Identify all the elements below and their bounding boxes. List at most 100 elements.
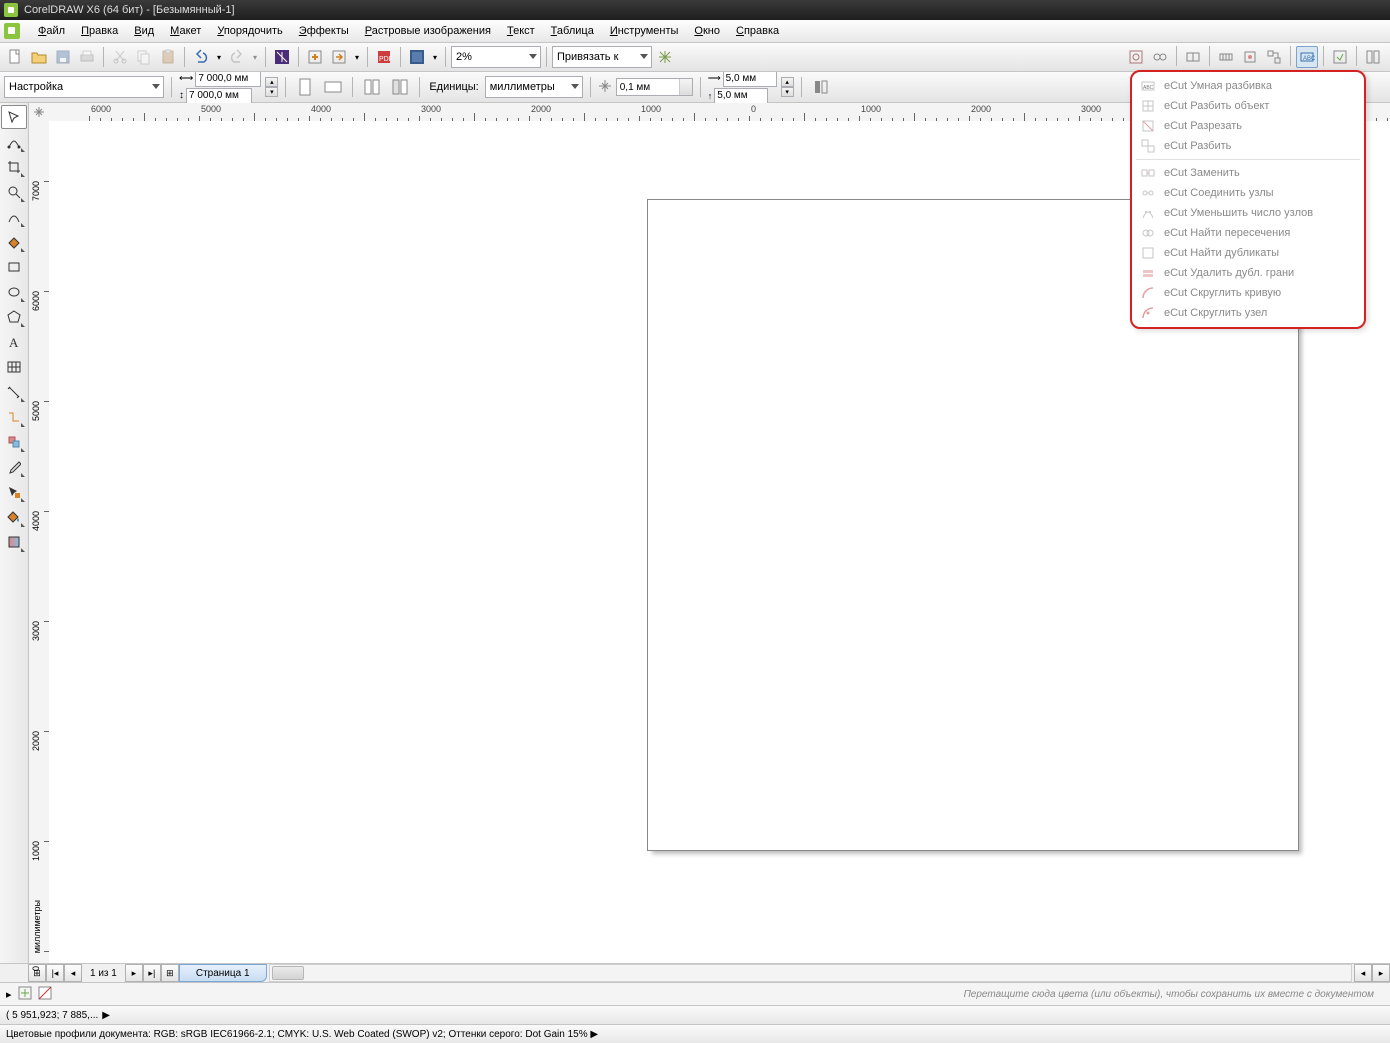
text-tool[interactable]: A [1,330,27,354]
ecut-item-9[interactable]: eCut Удалить дубл. грани [1132,263,1364,283]
ecut-btn-6[interactable] [1263,46,1285,68]
page-last-button[interactable]: ▸| [143,964,161,982]
ecut-item-2[interactable]: eCut Разрезать [1132,116,1364,136]
paste-button[interactable] [157,46,179,68]
interactive-fill-tool[interactable] [1,530,27,554]
smart-fill-tool[interactable] [1,230,27,254]
horizontal-scrollbar[interactable] [269,964,1352,982]
search-button[interactable] [271,46,293,68]
ecut-btn-8[interactable] [1362,46,1384,68]
hscroll-right[interactable]: ▸ [1372,964,1390,982]
menu-эффекты[interactable]: Эффекты [291,23,357,39]
crop-tool[interactable] [1,155,27,179]
fill-tool[interactable] [1,505,27,529]
copy-button[interactable] [133,46,155,68]
ecut-item-5[interactable]: eCut Соединить узлы [1132,183,1364,203]
status-more-icon[interactable]: ▶ [102,1010,110,1021]
app-switch-button[interactable] [406,46,428,68]
zoom-combo[interactable]: 2% [451,46,541,68]
page-add-after-button[interactable]: ⊞ [161,964,179,982]
effects-tool[interactable] [1,430,27,454]
ecut-btn-2[interactable] [1149,46,1171,68]
save-button[interactable] [52,46,74,68]
ecut-btn-active[interactable]: ABC [1296,46,1318,68]
units-combo[interactable]: миллиметры [485,76,583,98]
menu-правка[interactable]: Правка [73,23,126,39]
undo-dropdown[interactable]: ▾ [214,46,224,68]
menu-справка[interactable]: Справка [728,23,787,39]
menu-таблица[interactable]: Таблица [543,23,602,39]
nudge-field[interactable]: 0,1 мм [616,78,693,96]
ecut-item-6[interactable]: eCut Уменьшить число узлов [1132,203,1364,223]
ellipse-tool[interactable] [1,280,27,304]
menu-текст[interactable]: Текст [499,23,543,39]
duplicate-x-field[interactable]: 5,0 мм [723,71,777,87]
connector-tool[interactable] [1,405,27,429]
ecut-btn-3[interactable] [1182,46,1204,68]
menu-файл[interactable]: Файл [30,23,73,39]
ruler-origin[interactable] [29,103,50,122]
snap-options-button[interactable] [654,46,676,68]
ruler-vertical[interactable]: миллиметры 70006000500040003000200010000 [29,121,50,963]
menu-макет[interactable]: Макет [162,23,209,39]
cut-button[interactable] [109,46,131,68]
menu-окно[interactable]: Окно [686,23,728,39]
zoom-tool[interactable] [1,180,27,204]
rectangle-tool[interactable] [1,255,27,279]
new-button[interactable] [4,46,26,68]
polygon-tool[interactable] [1,305,27,329]
no-color-swatch[interactable] [38,986,52,1003]
export-button[interactable] [328,46,350,68]
page-prev-button[interactable]: ◂ [64,964,82,982]
menu-упорядочить[interactable]: Упорядочить [209,23,290,39]
ecut-item-4[interactable]: eCut Заменить [1132,163,1364,183]
ecut-item-7[interactable]: eCut Найти пересечения [1132,223,1364,243]
orientation-landscape[interactable] [321,75,345,99]
menu-растровые изображения[interactable]: Растровые изображения [357,23,499,39]
redo-dropdown[interactable]: ▾ [250,46,260,68]
document-palette: ▸ Перетащите сюда цвета (или объекты), ч… [0,982,1390,1005]
duplicate-y-field[interactable]: 5,0 мм [714,88,768,104]
import-button[interactable] [304,46,326,68]
current-page-button[interactable] [388,75,412,99]
open-button[interactable] [28,46,50,68]
shape-tool[interactable] [1,130,27,154]
palette-add-button[interactable] [18,986,32,1003]
app-switch-dropdown[interactable]: ▾ [430,46,440,68]
ecut-btn-7[interactable] [1329,46,1351,68]
menu-инструменты[interactable]: Инструменты [602,23,687,39]
dimension-tool[interactable] [1,380,27,404]
page-tab[interactable]: Страница 1 [179,964,267,982]
table-tool[interactable] [1,355,27,379]
snap-combo[interactable]: Привязать к [552,46,652,68]
ecut-btn-4[interactable] [1215,46,1237,68]
undo-button[interactable] [190,46,212,68]
all-pages-button[interactable] [360,75,384,99]
palette-menu-button[interactable]: ▸ [6,988,12,1001]
redo-button[interactable] [226,46,248,68]
ecut-item-8[interactable]: eCut Найти дубликаты [1132,243,1364,263]
ecut-btn-1[interactable] [1125,46,1147,68]
freehand-tool[interactable] [1,205,27,229]
page-width-field[interactable]: 7 000,0 мм [195,71,261,87]
page-first-button[interactable]: |◂ [46,964,64,982]
ecut-item-10[interactable]: eCut Скруглить кривую [1132,283,1364,303]
page-height-field[interactable]: 7 000,0 мм [186,88,252,104]
orientation-portrait[interactable] [293,75,317,99]
outline-tool[interactable] [1,480,27,504]
eyedropper-tool[interactable] [1,455,27,479]
ecut-item-1[interactable]: eCut Разбить объект [1132,96,1364,116]
export-dropdown[interactable]: ▾ [352,46,362,68]
hscroll-left[interactable]: ◂ [1354,964,1372,982]
page-preset-combo[interactable]: Настройка [4,76,164,98]
page-next-button[interactable]: ▸ [125,964,143,982]
pick-tool[interactable] [1,105,27,129]
ecut-item-3[interactable]: eCut Разбить [1132,136,1364,156]
ecut-btn-5[interactable] [1239,46,1261,68]
ecut-item-11[interactable]: eCut Скруглить узел [1132,303,1364,323]
ecut-item-0[interactable]: ABCeCut Умная разбивка [1132,76,1364,96]
print-button[interactable] [76,46,98,68]
publish-pdf-button[interactable]: PDF [373,46,395,68]
treat-as-filled-button[interactable] [809,75,833,99]
menu-вид[interactable]: Вид [126,23,162,39]
